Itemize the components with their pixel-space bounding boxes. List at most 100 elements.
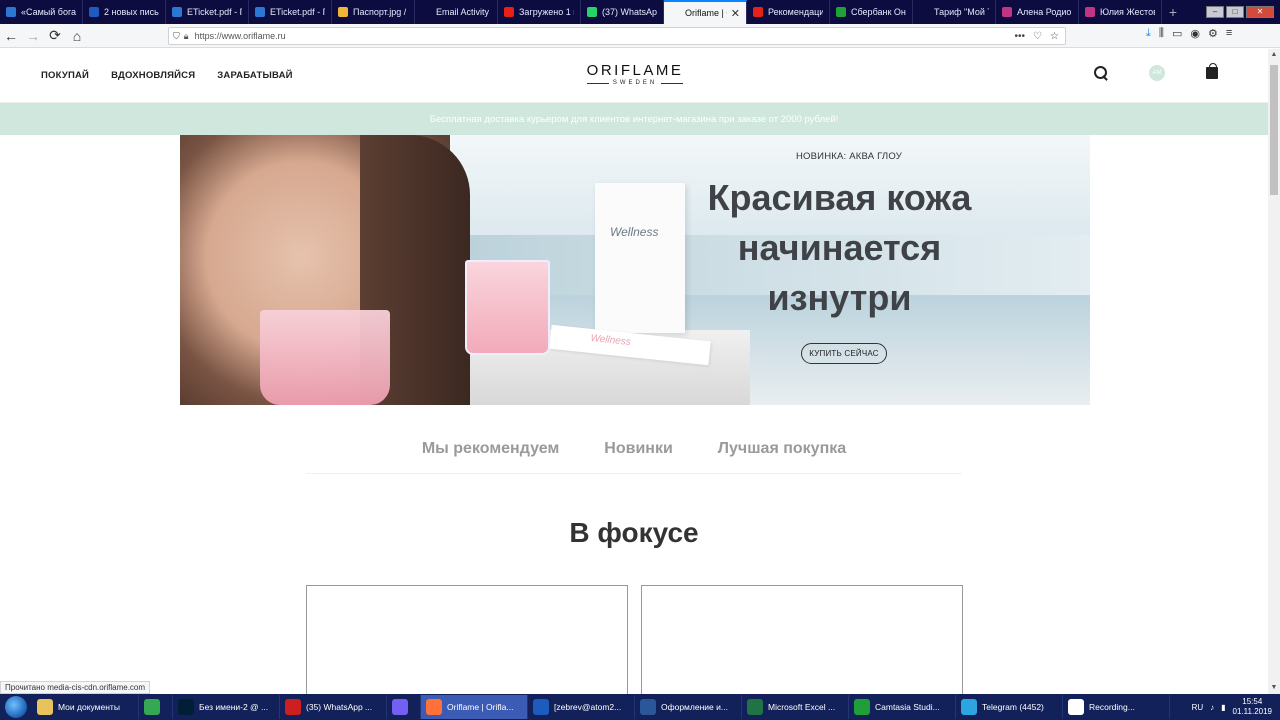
pocket-icon[interactable]: ♡ bbox=[1033, 31, 1042, 42]
tab-recommended[interactable]: Мы рекомендуем bbox=[422, 440, 559, 473]
bookmark-star-icon[interactable]: ☆ bbox=[1050, 31, 1059, 42]
promo-banner[interactable]: Бесплатная доставка курьером для клиенто… bbox=[0, 103, 1268, 135]
taskbar-item-label: Без имени-2 @ ... bbox=[199, 702, 269, 712]
taskbar-item[interactable]: Мои документы bbox=[32, 695, 139, 719]
pink-drink-glass-image-small bbox=[465, 260, 550, 355]
focus-card-2[interactable] bbox=[641, 585, 963, 695]
tab-best-buy[interactable]: Лучшая покупка bbox=[718, 440, 846, 473]
taskbar-item-label: Оформление и... bbox=[661, 702, 728, 712]
tab-label: Oriflame | O bbox=[685, 8, 727, 18]
taskbar-app-icon bbox=[1068, 699, 1084, 715]
tab-label: Паспорт.jpg / bbox=[353, 7, 407, 17]
volume-icon[interactable]: ♪ bbox=[1210, 703, 1214, 712]
system-tray: RU ♪ ▮ 15:54 01.11.2019 bbox=[1192, 697, 1280, 717]
taskbar-item[interactable]: Microsoft Excel ... bbox=[742, 695, 849, 719]
browser-tab[interactable]: Email Activity repo bbox=[415, 0, 498, 24]
taskbar-item[interactable]: Recording... bbox=[1063, 695, 1170, 719]
shield-icon[interactable]: ⛉ bbox=[173, 31, 180, 42]
sachet-brand: Wellness bbox=[589, 332, 632, 349]
browser-tab[interactable]: ETicket.pdf - П bbox=[166, 0, 249, 24]
tab-favicon-icon bbox=[587, 7, 597, 17]
browser-tab[interactable]: Алена Родион bbox=[996, 0, 1079, 24]
lock-icon[interactable]: 🔒︎ bbox=[184, 31, 189, 42]
logo-main: ORIFLAME bbox=[586, 62, 684, 79]
product-brand: Wellness bbox=[610, 225, 659, 239]
taskbar-app-icon bbox=[640, 699, 656, 715]
tab-favicon-icon bbox=[670, 8, 680, 18]
tab-favicon-icon bbox=[255, 7, 265, 17]
status-bar-text: Прочитано media-cis-cdn.oriflame.com bbox=[0, 681, 151, 694]
tab-favicon-icon bbox=[338, 7, 348, 17]
buy-now-button[interactable]: КУПИТЬ СЕЙЧАС bbox=[801, 343, 887, 364]
nav-earn[interactable]: ЗАРАБАТЫВАЙ bbox=[217, 70, 292, 81]
scroll-up-arrow-icon[interactable]: ▲ bbox=[1268, 49, 1280, 61]
menu-icon[interactable]: ≡ bbox=[1226, 27, 1232, 40]
downloads-icon[interactable]: ⤓ bbox=[1146, 27, 1151, 40]
browser-tab[interactable]: Рекомендаци bbox=[747, 0, 830, 24]
taskbar-item[interactable] bbox=[139, 695, 173, 719]
browser-tab[interactable]: Oriflame | O ✕ bbox=[664, 0, 747, 24]
language-indicator[interactable]: RU bbox=[1192, 703, 1204, 712]
scroll-down-arrow-icon[interactable]: ▼ bbox=[1268, 682, 1280, 694]
taskbar-item-label: Telegram (4452) bbox=[982, 702, 1044, 712]
url-text[interactable]: https://www.oriflame.ru bbox=[195, 31, 286, 41]
browser-tab[interactable]: Тариф "Мой Т bbox=[913, 0, 996, 24]
page-actions-icon[interactable]: ••• bbox=[1015, 31, 1026, 42]
page-scrollbar[interactable]: ▲ ▼ bbox=[1268, 49, 1280, 694]
new-tab-button[interactable]: + bbox=[1162, 0, 1184, 24]
hero-banner[interactable]: Wellness Wellness НОВИНКА: АКВА ГЛОУ Кра… bbox=[180, 135, 1090, 405]
account-icon[interactable]: ◉ bbox=[1190, 27, 1200, 40]
browser-tab[interactable]: (37) WhatsApp bbox=[581, 0, 664, 24]
avatar[interactable]: АМ bbox=[1149, 65, 1165, 81]
clock[interactable]: 15:54 01.11.2019 bbox=[1233, 697, 1272, 717]
taskbar-item[interactable]: Camtasia Studi... bbox=[849, 695, 956, 719]
stop-loading-icon[interactable]: ⟳ bbox=[44, 25, 66, 47]
nav-shop[interactable]: ПОКУПАЙ bbox=[41, 70, 89, 81]
site-header: ПОКУПАЙ ВДОХНОВЛЯЙСЯ ЗАРАБАТЫВАЙ ORIFLAM… bbox=[0, 49, 1268, 103]
tab-favicon-icon bbox=[172, 7, 182, 17]
extensions-icon[interactable]: ⚙ bbox=[1208, 27, 1218, 40]
home-icon[interactable]: ⌂ bbox=[66, 25, 88, 47]
browser-tab[interactable]: 2 новых письм bbox=[83, 0, 166, 24]
maximize-button[interactable]: □ bbox=[1226, 6, 1244, 18]
tab-new[interactable]: Новинки bbox=[604, 440, 673, 473]
minimize-button[interactable]: – bbox=[1206, 6, 1224, 18]
browser-tab[interactable]: Сбербанк Онл bbox=[830, 0, 913, 24]
browser-tab[interactable]: «Самый богат bbox=[0, 0, 83, 24]
focus-card-1[interactable] bbox=[306, 585, 628, 695]
logo-sub: SWEDEN bbox=[581, 80, 689, 86]
sidebar-icon[interactable]: ▭ bbox=[1172, 27, 1182, 40]
taskbar-item-label: Oriflame | Orifla... bbox=[447, 702, 514, 712]
taskbar-item[interactable]: Без имени-2 @ ... bbox=[173, 695, 280, 719]
tab-favicon-icon bbox=[504, 7, 514, 17]
network-icon[interactable]: ▮ bbox=[1221, 703, 1225, 712]
tab-label: Загружено 1 и bbox=[519, 7, 574, 17]
close-tab-icon[interactable]: ✕ bbox=[731, 7, 740, 20]
scroll-thumb[interactable] bbox=[1270, 65, 1278, 195]
search-icon[interactable] bbox=[1093, 65, 1109, 81]
start-button[interactable] bbox=[0, 694, 32, 720]
close-window-button[interactable]: ✕ bbox=[1246, 6, 1274, 18]
browser-tab[interactable]: ETicket.pdf - П bbox=[249, 0, 332, 24]
taskbar-item-label: Recording... bbox=[1089, 702, 1135, 712]
taskbar-item[interactable]: (35) WhatsApp ... bbox=[280, 695, 387, 719]
back-button[interactable]: ← bbox=[0, 25, 22, 47]
taskbar-item[interactable]: Oriflame | Orifla... bbox=[421, 695, 528, 719]
taskbar-item[interactable]: [zebrev@atom2... bbox=[528, 695, 635, 719]
pink-drink-glass-image bbox=[260, 310, 390, 405]
shopping-bag-icon[interactable] bbox=[1206, 63, 1218, 79]
browser-tab[interactable]: Паспорт.jpg / bbox=[332, 0, 415, 24]
taskbar-item[interactable]: Оформление и... bbox=[635, 695, 742, 719]
library-icon[interactable]: ⫼ bbox=[1159, 27, 1164, 40]
browser-tab[interactable]: Загружено 1 и bbox=[498, 0, 581, 24]
taskbar-item[interactable] bbox=[387, 695, 421, 719]
nav-inspire[interactable]: ВДОХНОВЛЯЙСЯ bbox=[111, 70, 195, 81]
forward-button[interactable]: → bbox=[22, 25, 44, 47]
taskbar-app-icon bbox=[37, 699, 53, 715]
browser-tab[interactable]: Юлия Жестов bbox=[1079, 0, 1162, 24]
taskbar-item[interactable]: Telegram (4452) bbox=[956, 695, 1063, 719]
hero-title: Красивая кожа начинается изнутри bbox=[707, 177, 972, 318]
taskbar-item-label: Мои документы bbox=[58, 702, 120, 712]
oriflame-logo[interactable]: ORIFLAME SWEDEN bbox=[581, 62, 689, 86]
address-bar[interactable]: ⛉ 🔒︎ https://www.oriflame.ru ••• ♡ ☆ bbox=[168, 27, 1066, 45]
